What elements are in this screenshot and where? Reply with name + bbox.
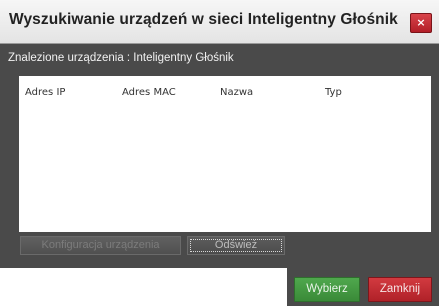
window-title: Wyszukiwanie urządzeń w sieci Inteligent…: [9, 11, 398, 28]
select-button[interactable]: Wybierz: [294, 277, 360, 302]
title-bar: Wyszukiwanie urządzeń w sieci Inteligent…: [0, 0, 439, 44]
found-devices-label: Znalezione urządzenia : Inteligentny Gło…: [8, 52, 234, 64]
close-icon[interactable]: ×: [410, 13, 432, 33]
refresh-button-label: Odśwież: [214, 239, 258, 251]
column-header-ip[interactable]: Adres IP: [25, 87, 65, 98]
column-header-mac[interactable]: Adres MAC: [122, 87, 176, 98]
refresh-button[interactable]: Odśwież: [187, 236, 285, 255]
close-button[interactable]: Zamknij: [368, 277, 432, 302]
column-header-name[interactable]: Nazwa: [220, 87, 253, 98]
device-search-dialog: Wyszukiwanie urządzeń w sieci Inteligent…: [0, 0, 439, 268]
device-config-button[interactable]: Konfiguracja urządzenia: [20, 236, 181, 255]
column-header-type[interactable]: Typ: [325, 87, 342, 98]
device-list[interactable]: Adres IP Adres MAC Nazwa Typ: [19, 76, 431, 232]
device-list-header: Adres IP Adres MAC Nazwa Typ: [19, 87, 431, 101]
